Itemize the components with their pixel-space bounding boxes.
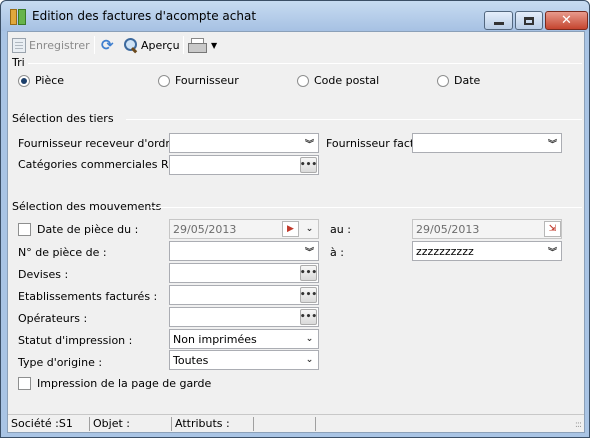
print-dropdown-button[interactable]: ▼ xyxy=(211,35,217,55)
refresh-button[interactable]: ⟳ xyxy=(101,35,114,55)
status-empty-cell xyxy=(254,417,316,431)
date-from-field[interactable]: 29/05/2013 ▶ ⌄ xyxy=(169,219,319,239)
save-label: Enregistrer xyxy=(29,38,90,52)
etablissements-label: Etablissements facturés : xyxy=(18,290,158,303)
fournisseur-fact-field[interactable]: ︾ xyxy=(412,133,562,153)
sort-radio-date[interactable]: Date xyxy=(437,74,480,87)
maximize-icon xyxy=(524,16,534,25)
resize-grip-icon[interactable]: ::: xyxy=(575,420,582,430)
date-to-label: au : xyxy=(330,223,351,236)
page-garde-checkbox[interactable]: Impression de la page de garde xyxy=(18,377,211,390)
status-objet: Objet : xyxy=(90,417,172,431)
radio-label: Code postal xyxy=(314,74,380,87)
select-value: Non imprimées xyxy=(173,333,257,346)
statut-select[interactable]: Non imprimées ⌄ xyxy=(169,329,319,349)
num-piece-to-label: à : xyxy=(330,246,344,259)
magnifier-icon xyxy=(124,38,138,52)
toolbar-separator xyxy=(183,36,184,54)
radio-label: Fournisseur xyxy=(175,74,239,87)
refresh-icon: ⟳ xyxy=(101,36,114,54)
mouvements-divider xyxy=(150,207,582,208)
double-chevron-icon[interactable]: ︾ xyxy=(301,135,318,151)
ellipsis-icon[interactable]: ••• xyxy=(300,287,317,303)
chevron-down-icon[interactable]: ⌄ xyxy=(301,221,318,237)
fournisseur-fact-label: Fournisseur fact. : xyxy=(326,137,425,150)
double-chevron-icon[interactable]: ︾ xyxy=(544,243,561,259)
tri-section-title: Tri xyxy=(12,56,25,69)
devises-field[interactable]: ••• xyxy=(169,263,319,283)
preview-label: Aperçu xyxy=(141,38,180,52)
dialog-body: Enregistrer ⟳ Aperçu ▼ Tri Pièce Fournis… xyxy=(7,31,585,433)
categories-label: Catégories commerciales RO : xyxy=(18,158,185,171)
date-filter-checkbox[interactable]: Date de pièce du : xyxy=(18,223,138,236)
etablissements-field[interactable]: ••• xyxy=(169,285,319,305)
title-bar[interactable]: Edition des factures d'acompte achat ✕ xyxy=(1,1,589,31)
num-piece-to-field[interactable]: zzzzzzzzzz ︾ xyxy=(412,241,562,261)
statut-label: Statut d'impression : xyxy=(18,334,133,347)
tiers-divider xyxy=(126,119,582,120)
dropdown-caret-icon: ▼ xyxy=(211,40,218,50)
checkbox-box[interactable] xyxy=(18,223,31,236)
printer-icon xyxy=(188,38,207,53)
mouvements-section-title: Sélection des mouvements xyxy=(12,200,162,213)
status-societe: Société :S1 xyxy=(8,417,90,431)
radio-label: Date xyxy=(454,74,481,87)
tiers-section-title: Sélection des tiers xyxy=(12,112,114,125)
preview-button[interactable]: Aperçu xyxy=(124,35,180,55)
calendar-icon[interactable]: ⇲ xyxy=(544,221,561,237)
tri-divider xyxy=(28,63,582,64)
checkbox-label: Date de pièce du : xyxy=(37,223,139,236)
num-piece-label: N° de pièce de : xyxy=(18,246,107,259)
double-chevron-icon[interactable]: ︾ xyxy=(544,135,561,151)
select-value: Toutes xyxy=(173,354,209,367)
save-button[interactable]: Enregistrer xyxy=(12,35,90,55)
chevron-down-icon[interactable]: ⌄ xyxy=(301,331,318,347)
minimize-button[interactable] xyxy=(484,11,513,30)
radio-selected-dot xyxy=(21,77,27,84)
radio-button[interactable] xyxy=(18,74,30,87)
operateurs-field[interactable]: ••• xyxy=(169,307,319,327)
sort-radio-code-postal[interactable]: Code postal xyxy=(297,74,379,87)
categories-field[interactable]: ••• xyxy=(169,155,319,175)
fournisseur-receveur-label: Fournisseur receveur d'ordres : xyxy=(18,137,190,150)
type-origine-label: Type d'origine : xyxy=(18,356,103,369)
chevron-down-icon[interactable]: ⌄ xyxy=(301,352,318,368)
checkbox-box[interactable] xyxy=(18,377,31,390)
close-button[interactable]: ✕ xyxy=(545,11,588,30)
date-to-field[interactable]: 29/05/2013 ⇲ xyxy=(412,219,562,239)
status-bar: Société :S1 Objet : Attributs : ::: xyxy=(8,414,584,432)
field-value: zzzzzzzzzz xyxy=(416,245,474,258)
window: Edition des factures d'acompte achat ✕ E… xyxy=(0,0,590,438)
field-value: 29/05/2013 xyxy=(416,223,480,236)
ellipsis-icon[interactable]: ••• xyxy=(300,157,317,173)
calendar-icon[interactable]: ▶ xyxy=(282,221,299,237)
print-button[interactable] xyxy=(188,35,207,55)
close-icon: ✕ xyxy=(561,13,572,28)
devises-label: Devises : xyxy=(18,268,69,281)
field-value: 29/05/2013 xyxy=(173,223,237,236)
minimize-icon xyxy=(493,22,504,25)
checkbox-label: Impression de la page de garde xyxy=(37,377,212,390)
maximize-button[interactable] xyxy=(515,11,543,30)
ellipsis-icon[interactable]: ••• xyxy=(300,309,317,325)
status-attributs: Attributs : xyxy=(172,417,254,431)
radio-label: Pièce xyxy=(35,74,65,87)
toolbar: Enregistrer ⟳ Aperçu ▼ xyxy=(8,32,584,58)
app-icon xyxy=(10,9,26,25)
type-origine-select[interactable]: Toutes ⌄ xyxy=(169,350,319,370)
window-title: Edition des factures d'acompte achat xyxy=(32,9,257,23)
ellipsis-icon[interactable]: ••• xyxy=(300,265,317,281)
radio-button[interactable] xyxy=(437,74,449,87)
num-piece-from-field[interactable]: ︾ xyxy=(169,241,319,261)
radio-button[interactable] xyxy=(297,74,309,87)
save-icon xyxy=(12,37,26,53)
double-chevron-icon[interactable]: ︾ xyxy=(301,243,318,259)
fournisseur-receveur-field[interactable]: ︾ xyxy=(169,133,319,153)
sort-radio-piece[interactable]: Pièce xyxy=(18,74,64,87)
toolbar-separator xyxy=(94,36,95,54)
operateurs-label: Opérateurs : xyxy=(18,312,88,325)
sort-radio-fournisseur[interactable]: Fournisseur xyxy=(158,74,239,87)
radio-button[interactable] xyxy=(158,74,170,87)
